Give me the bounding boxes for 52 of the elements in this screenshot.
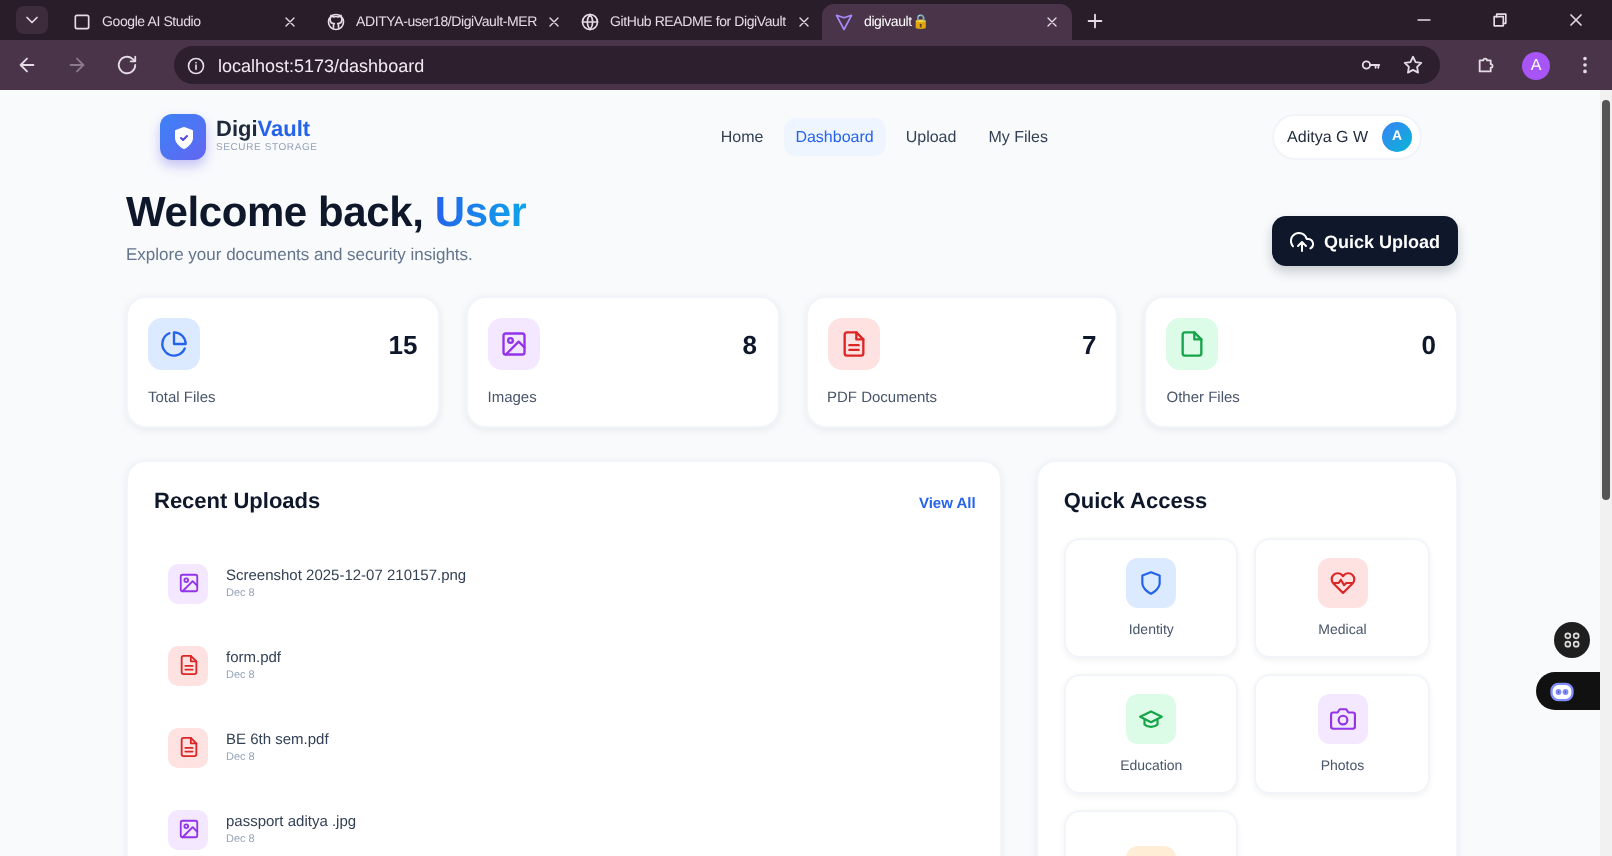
robot-face-icon xyxy=(1548,677,1576,705)
close-icon xyxy=(546,14,563,30)
image-icon xyxy=(177,818,199,840)
camera-icon xyxy=(1329,706,1356,732)
key-icon xyxy=(1360,54,1382,76)
image-icon xyxy=(499,330,528,358)
info-icon xyxy=(186,55,206,75)
plus-icon xyxy=(1084,9,1106,31)
address-bar[interactable]: localhost:5173/dashboard xyxy=(174,46,1440,84)
cloud-upload-icon xyxy=(1289,229,1314,253)
github-icon xyxy=(326,12,346,32)
floating-grid-button[interactable] xyxy=(1554,622,1590,658)
stat-value: 0 xyxy=(1421,329,1436,359)
panel-title: Quick Access xyxy=(1063,490,1210,514)
nav-link[interactable]: Upload xyxy=(893,118,969,156)
globe-icon xyxy=(580,12,600,32)
document-icon xyxy=(839,330,867,358)
shield-icon xyxy=(1138,570,1165,596)
forward-arrow-icon xyxy=(66,54,88,76)
shield-check-icon xyxy=(171,125,195,149)
reload-icon xyxy=(116,54,138,76)
nav-link[interactable]: Home xyxy=(708,118,776,156)
profile-avatar[interactable]: A xyxy=(1522,51,1550,79)
app-name: DigiVault xyxy=(216,120,313,142)
stat-value: 8 xyxy=(742,329,757,359)
puzzle-icon xyxy=(1476,54,1498,76)
stat-value: 7 xyxy=(1082,329,1097,359)
back-arrow-icon xyxy=(16,54,38,76)
close-icon xyxy=(1566,10,1586,30)
nav-link[interactable]: My Files xyxy=(976,118,1060,156)
nav-link[interactable]: Dashboard xyxy=(783,118,886,156)
close-icon xyxy=(1044,14,1060,30)
grid-icon xyxy=(1562,630,1582,650)
graduation-cap-icon xyxy=(1138,706,1165,732)
floating-assistant-button[interactable] xyxy=(1536,672,1600,710)
star-icon xyxy=(1402,54,1424,76)
file-icon xyxy=(1178,330,1207,358)
welcome-heading: Welcome back, User xyxy=(126,190,527,238)
square-icon xyxy=(72,12,92,32)
restore-icon xyxy=(1490,10,1510,30)
tab-search-button[interactable] xyxy=(16,6,48,34)
stat-value: 15 xyxy=(388,329,418,359)
close-icon xyxy=(795,14,812,30)
quick-upload-button[interactable]: Quick Upload xyxy=(1272,216,1458,266)
welcome-subtitle: Explore your documents and security insights. xyxy=(126,244,475,264)
pie-chart-icon xyxy=(160,330,188,358)
panel-title: Recent Uploads xyxy=(154,490,321,514)
document-icon xyxy=(177,736,199,758)
close-icon xyxy=(282,14,298,30)
document-icon xyxy=(177,654,199,676)
heart-icon xyxy=(1329,570,1356,596)
image-icon xyxy=(177,572,199,594)
